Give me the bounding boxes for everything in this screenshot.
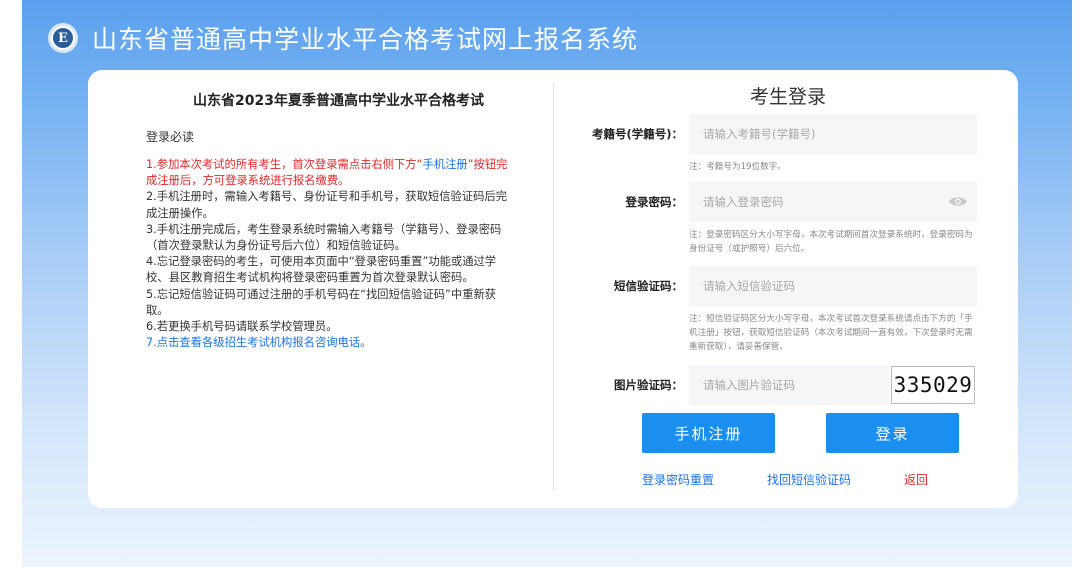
exam-title: 山东省2023年夏季普通高中学业水平合格考试 (193, 93, 484, 109)
reset-password-link[interactable]: 登录密码重置 (642, 471, 714, 488)
back-link[interactable]: 返回 (904, 471, 928, 488)
sms-code-input[interactable] (689, 266, 977, 306)
notice-panel: 山东省2023年夏季普通高中学业水平合格考试 登录必读 1.参加本次考试的所有考… (146, 88, 511, 351)
notice-item-1-text-a: 1.参加本次考试的所有考生，首次登录需点击右侧下方“ (146, 158, 423, 171)
register-button[interactable]: 手机注册 (642, 413, 775, 453)
password-hint: 注：登录密码区分大小写字母，本次考试期间首次登录系统时，登录密码为身份证号（或护… (689, 230, 973, 254)
notice-heading: 登录必读 (146, 130, 195, 144)
site-title: 山东省普通高中学业水平合格考试网上报名系统 (92, 25, 639, 54)
sms-hint: 注：短信验证码区分大小写字母，本次考试首次登录系统请点击下方的「手机注册」按钮，… (689, 314, 973, 352)
login-button[interactable]: 登录 (826, 413, 959, 453)
exam-id-row: 考籍号(学籍号)： (578, 114, 978, 154)
notice-register-link[interactable]: 手机注册 (422, 158, 467, 171)
notice-item-7: 7.点击查看各级招生考试机构报名咨询电话。 (146, 335, 511, 351)
notice-item-1: 1.参加本次考试的所有考生，首次登录需点击右侧下方“手机注册”按钮完成注册后，方… (146, 157, 511, 189)
captcha-input[interactable] (689, 365, 889, 405)
eye-icon[interactable] (948, 195, 968, 208)
consult-phone-link[interactable]: 点击查看各级招生考试机构报名咨询电话。 (157, 336, 372, 349)
site-header: E 山东省普通高中学业水平合格考试网上报名系统 (48, 18, 638, 58)
recover-sms-link[interactable]: 找回短信验证码 (767, 471, 851, 488)
notice-item-2: 2.手机注册时，需输入考籍号、身份证号和手机号，获取短信验证码后完成注册操作。 (146, 190, 507, 220)
site-logo: E (48, 23, 78, 53)
login-card: 山东省2023年夏季普通高中学业水平合格考试 登录必读 1.参加本次考试的所有考… (88, 70, 1018, 508)
password-row: 登录密码： (578, 182, 978, 222)
exam-id-hint: 注：考籍号为19位数字。 (689, 162, 786, 172)
sms-label: 短信验证码： (614, 279, 683, 293)
notice-item-5: 5.忘记短信验证码可通过注册的手机号码在“找回短信验证码”中重新获取。 (146, 287, 497, 317)
login-title: 考生登录 (749, 86, 826, 108)
card-divider (553, 82, 554, 490)
captcha-image[interactable]: 335029 (891, 366, 975, 404)
notice-item-4: 4.忘记登录密码的考生，可使用本页面中“登录密码重置”功能或通过学校、县区教育招… (146, 255, 497, 285)
notice-item-7-prefix: 7. (146, 336, 157, 350)
sms-row: 短信验证码： (578, 266, 978, 306)
notice-list: 1.参加本次考试的所有考生，首次登录需点击右侧下方“手机注册”按钮完成注册后，方… (146, 157, 511, 351)
password-input[interactable] (689, 182, 977, 222)
notice-item-6: 6.若更换手机号码请联系学校管理员。 (146, 320, 338, 334)
exam-id-input[interactable] (689, 114, 977, 154)
notice-item-3: 3.手机注册完成后，考生登录系统时需输入考籍号（学籍号）、登录密码（首次登录默认… (146, 222, 502, 253)
exam-id-label: 考籍号(学籍号)： (591, 127, 683, 141)
captcha-label: 图片验证码： (614, 378, 683, 392)
logo-icon: E (53, 28, 73, 48)
password-label: 登录密码： (625, 195, 684, 209)
